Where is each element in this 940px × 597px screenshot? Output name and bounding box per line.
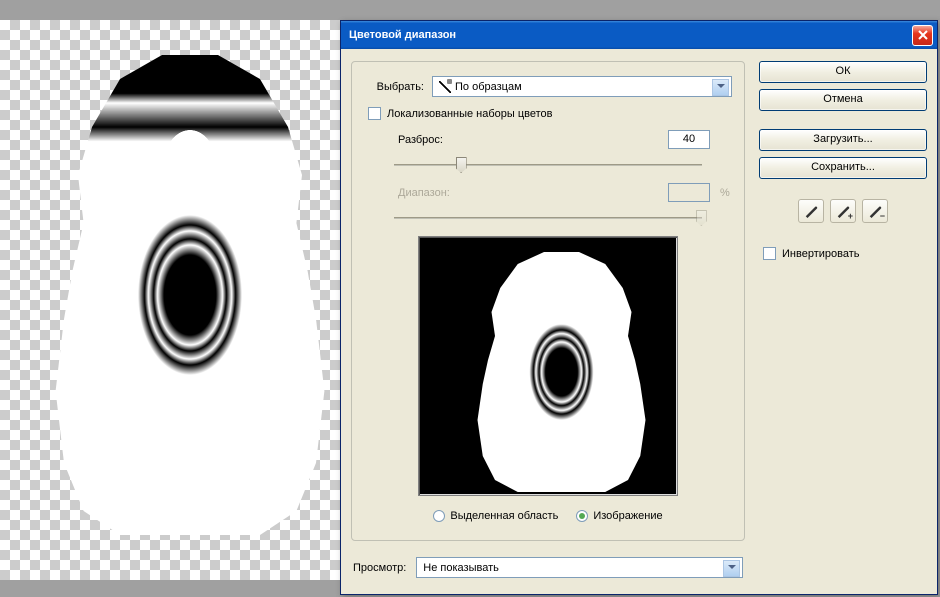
titlebar[interactable]: Цветовой диапазон	[341, 21, 937, 49]
preview-mode-dropdown[interactable]: Не показывать	[416, 557, 743, 578]
color-range-dialog: Цветовой диапазон Выбрать: По образцам Л…	[340, 20, 938, 595]
fuzziness-input[interactable]: 40	[668, 130, 710, 149]
range-label: Диапазон:	[398, 187, 468, 199]
radio-selection-label: Выделенная область	[450, 510, 558, 522]
radio-selection-input[interactable]	[433, 510, 445, 522]
radio-image-label: Изображение	[593, 510, 662, 522]
preview-mode-value: Не показывать	[423, 562, 499, 574]
canvas-image[interactable]	[50, 55, 330, 535]
fuzziness-slider[interactable]	[394, 155, 702, 175]
minus-icon: −	[880, 211, 885, 221]
close-icon	[918, 30, 928, 40]
localized-label: Локализованные наборы цветов	[387, 108, 553, 120]
localized-checkbox[interactable]	[368, 107, 381, 120]
range-input	[668, 183, 710, 202]
radio-image-input[interactable]	[576, 510, 588, 522]
cancel-button[interactable]: Отмена	[759, 89, 927, 111]
eyedropper-subtract-tool[interactable]: −	[862, 199, 888, 223]
transparency-bg	[0, 20, 340, 580]
eyedropper-add-tool[interactable]: +	[830, 199, 856, 223]
fuzziness-thumb[interactable]	[456, 157, 467, 173]
range-slider	[394, 208, 702, 228]
fuzziness-label: Разброс:	[398, 134, 468, 146]
load-button[interactable]: Загрузить...	[759, 129, 927, 151]
radio-selection[interactable]: Выделенная область	[433, 510, 558, 522]
ok-button[interactable]: ОК	[759, 61, 927, 83]
invert-label: Инвертировать	[782, 248, 859, 260]
preview-mode-label: Просмотр:	[353, 562, 406, 574]
invert-checkbox[interactable]	[763, 247, 776, 260]
chevron-down-icon	[728, 565, 736, 569]
range-unit: %	[720, 187, 732, 199]
eyedropper-icon	[439, 81, 451, 93]
dialog-title: Цветовой диапазон	[349, 29, 912, 41]
radio-image[interactable]: Изображение	[576, 510, 662, 522]
select-dropdown[interactable]: По образцам	[432, 76, 732, 97]
plus-icon: +	[848, 211, 853, 221]
range-thumb	[696, 210, 707, 226]
save-button[interactable]: Сохранить...	[759, 157, 927, 179]
eyedropper-tool[interactable]	[798, 199, 824, 223]
preview-image	[474, 252, 649, 492]
select-value: По образцам	[455, 81, 522, 93]
select-label: Выбрать:	[364, 81, 424, 93]
preview-thumbnail[interactable]	[418, 236, 678, 496]
canvas-area[interactable]	[0, 20, 340, 580]
chevron-down-icon	[717, 84, 725, 88]
eyedropper-icon	[804, 204, 818, 218]
options-fieldset: Выбрать: По образцам Локализованные набо…	[351, 61, 745, 541]
close-button[interactable]	[912, 25, 933, 46]
